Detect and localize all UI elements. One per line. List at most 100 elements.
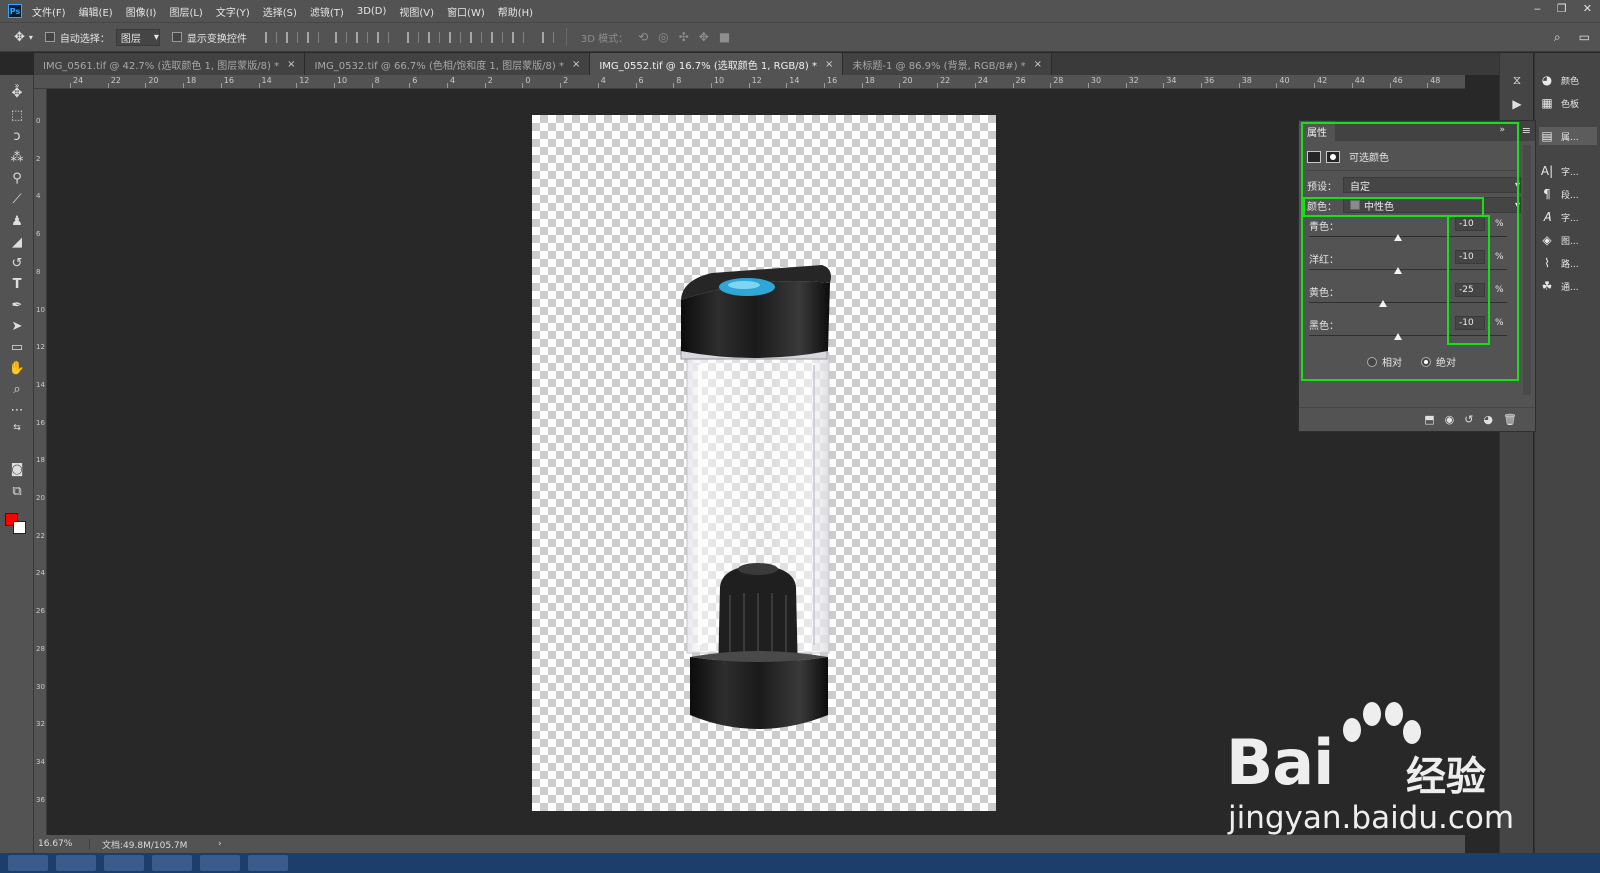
auto-align-icon[interactable] <box>541 31 554 43</box>
tab-img-0532[interactable]: IMG_0532.tif @ 66.7% (色相/饱和度 1, 图层蒙版/8) … <box>305 53 591 75</box>
slide-3d-icon[interactable]: ✥ <box>699 30 709 44</box>
scale-3d-icon[interactable]: ■ <box>719 30 730 44</box>
watermark-url: jingyan.baidu.com <box>1228 800 1515 836</box>
pan-3d-icon[interactable]: ✣ <box>679 30 689 44</box>
marquee-tool-icon[interactable]: ⬚ <box>7 107 27 125</box>
roll-3d-icon[interactable]: ◎ <box>658 30 668 44</box>
lasso-tool-icon[interactable]: ↄ <box>7 128 27 146</box>
rectangle-tool-icon[interactable]: ▭ <box>7 339 27 357</box>
status-menu-arrow[interactable]: › <box>218 839 222 849</box>
close-icon[interactable]: × <box>572 59 580 70</box>
swap-colors-icon[interactable]: ⇆ <box>7 419 27 437</box>
auto-select-checkbox[interactable] <box>44 32 55 42</box>
close-button[interactable]: ✕ <box>1583 2 1592 15</box>
tab-img-0561[interactable]: IMG_0561.tif @ 42.7% (选取颜色 1, 图层蒙版/8) * … <box>34 53 306 75</box>
workspace-icon[interactable]: ▭ <box>1579 30 1590 45</box>
menu-type[interactable]: 文字(Y) <box>216 4 250 19</box>
actions-play-icon[interactable]: ▶ <box>1508 97 1526 113</box>
panel-properties[interactable]: ▤ 属... <box>1539 127 1597 145</box>
menu-edit[interactable]: 编辑(E) <box>79 4 113 19</box>
screen-mode-icon[interactable]: ⧉ <box>7 483 27 501</box>
document-tabs: IMG_0561.tif @ 42.7% (选取颜色 1, 图层蒙版/8) * … <box>34 53 1499 75</box>
taskbar-item[interactable] <box>8 855 48 871</box>
magic-wand-tool-icon[interactable]: ⁂ <box>7 149 27 167</box>
distribute-right-icon[interactable] <box>511 31 524 43</box>
align-top-icon[interactable] <box>264 31 277 43</box>
zoom-level[interactable]: 16.67% <box>34 839 90 849</box>
align-hcenter-icon[interactable] <box>355 31 368 43</box>
eraser-tool-icon[interactable]: ◢ <box>7 234 27 252</box>
taskbar-item[interactable] <box>152 855 192 871</box>
tab-img-0552[interactable]: IMG_0552.tif @ 16.7% (选取颜色 1, RGB/8) * × <box>590 53 844 75</box>
menu-help[interactable]: 帮助(H) <box>498 4 533 19</box>
trash-icon[interactable]: 🗑 <box>1503 413 1517 426</box>
menu-select[interactable]: 选择(S) <box>263 4 297 19</box>
menu-filter[interactable]: 滤镜(T) <box>310 4 344 19</box>
history-brush-tool-icon[interactable]: ↺ <box>7 255 27 273</box>
view-previous-icon[interactable]: ◉ <box>1445 413 1455 426</box>
taskbar-item[interactable] <box>200 855 240 871</box>
menu-layer[interactable]: 图层(L) <box>169 4 202 19</box>
restore-button[interactable]: ❐ <box>1557 2 1567 15</box>
move-tool-icon[interactable]: ✥ <box>14 30 25 45</box>
move-tool-icon[interactable]: ✥ <box>7 85 27 103</box>
panel-color[interactable]: ◕ 颜色 <box>1539 71 1597 89</box>
visibility-eye-icon[interactable]: ◕ <box>1483 413 1493 426</box>
path-select-tool-icon[interactable]: ➤ <box>7 318 27 336</box>
align-bottom-icon[interactable] <box>306 31 319 43</box>
menu-file[interactable]: 文件(F) <box>32 4 66 19</box>
minimize-button[interactable]: ‒ <box>1534 2 1541 15</box>
distribute-top-icon[interactable] <box>406 31 419 43</box>
tab-untitled-1[interactable]: 未标题-1 @ 86.9% (背景, RGB/8#) * × <box>843 53 1053 75</box>
ruler-tick-label: 10 <box>336 76 348 85</box>
distribute-vcenter-icon[interactable] <box>427 31 440 43</box>
align-vcenter-icon[interactable] <box>285 31 298 43</box>
brush-tool-icon[interactable]: ⟋ <box>7 191 27 209</box>
ruler-tick-label: 8 <box>36 267 41 276</box>
distribute-left-icon[interactable] <box>469 31 482 43</box>
quick-mask-icon[interactable]: ◙ <box>7 461 27 479</box>
pen-tool-icon[interactable]: ✒ <box>7 297 27 315</box>
show-transform-checkbox[interactable] <box>171 32 182 42</box>
panel-menu-icon[interactable]: ≡ <box>1522 124 1531 137</box>
orbit-3d-icon[interactable]: ⟲ <box>638 30 648 44</box>
panel-channels[interactable]: ☘ 通... <box>1539 277 1597 295</box>
align-left-icon[interactable] <box>334 31 347 43</box>
tool-preset-dropdown-icon[interactable]: ▾ <box>29 33 33 42</box>
panel-glyphs[interactable]: 𝐴 字... <box>1539 208 1597 226</box>
document-canvas[interactable] <box>532 115 996 811</box>
close-icon[interactable]: × <box>287 59 295 70</box>
panel-paragraph[interactable]: ¶ 段... <box>1539 185 1597 203</box>
auto-select-target-dropdown[interactable]: 图层 ▾ <box>115 28 160 46</box>
hand-tool-icon[interactable]: ✋ <box>7 360 27 378</box>
menu-3d[interactable]: 3D(D) <box>357 6 387 17</box>
background-color-swatch[interactable] <box>13 521 26 534</box>
reset-icon[interactable]: ↺ <box>1464 413 1473 426</box>
align-right-icon[interactable] <box>376 31 389 43</box>
menu-window[interactable]: 窗口(W) <box>447 4 485 19</box>
panel-paths[interactable]: ⌇ 路... <box>1539 254 1597 272</box>
clip-to-layer-icon[interactable]: ⬒ <box>1424 413 1434 426</box>
search-icon[interactable]: ⌕ <box>1554 30 1561 45</box>
type-tool-icon[interactable]: T <box>7 276 27 294</box>
close-icon[interactable]: × <box>825 59 833 70</box>
panel-character[interactable]: A| 字... <box>1539 162 1597 180</box>
more-tools-icon[interactable]: ⋯ <box>7 402 27 420</box>
distribute-hcenter-icon[interactable] <box>490 31 503 43</box>
panel-label: 色板 <box>1561 99 1580 110</box>
distribute-bottom-icon[interactable] <box>448 31 461 43</box>
close-icon[interactable]: × <box>1034 59 1042 70</box>
panel-swatches[interactable]: ▦ 色板 <box>1539 94 1597 112</box>
menu-view[interactable]: 视图(V) <box>399 4 434 19</box>
taskbar-item[interactable] <box>104 855 144 871</box>
stamp-tool-icon[interactable]: ♟ <box>7 213 27 231</box>
menu-image[interactable]: 图像(I) <box>126 4 157 19</box>
taskbar-item[interactable] <box>56 855 96 871</box>
eyedropper-tool-icon[interactable]: ⚲ <box>7 170 27 188</box>
zoom-tool-icon[interactable]: ⌕ <box>7 381 27 399</box>
history-icon[interactable]: ⧖ <box>1508 73 1526 89</box>
taskbar-item[interactable] <box>248 855 288 871</box>
show-transform-label: 显示变换控件 <box>186 33 247 45</box>
panel-layers[interactable]: ◈ 图... <box>1539 231 1597 249</box>
properties-scrollbar[interactable] <box>1523 145 1531 395</box>
